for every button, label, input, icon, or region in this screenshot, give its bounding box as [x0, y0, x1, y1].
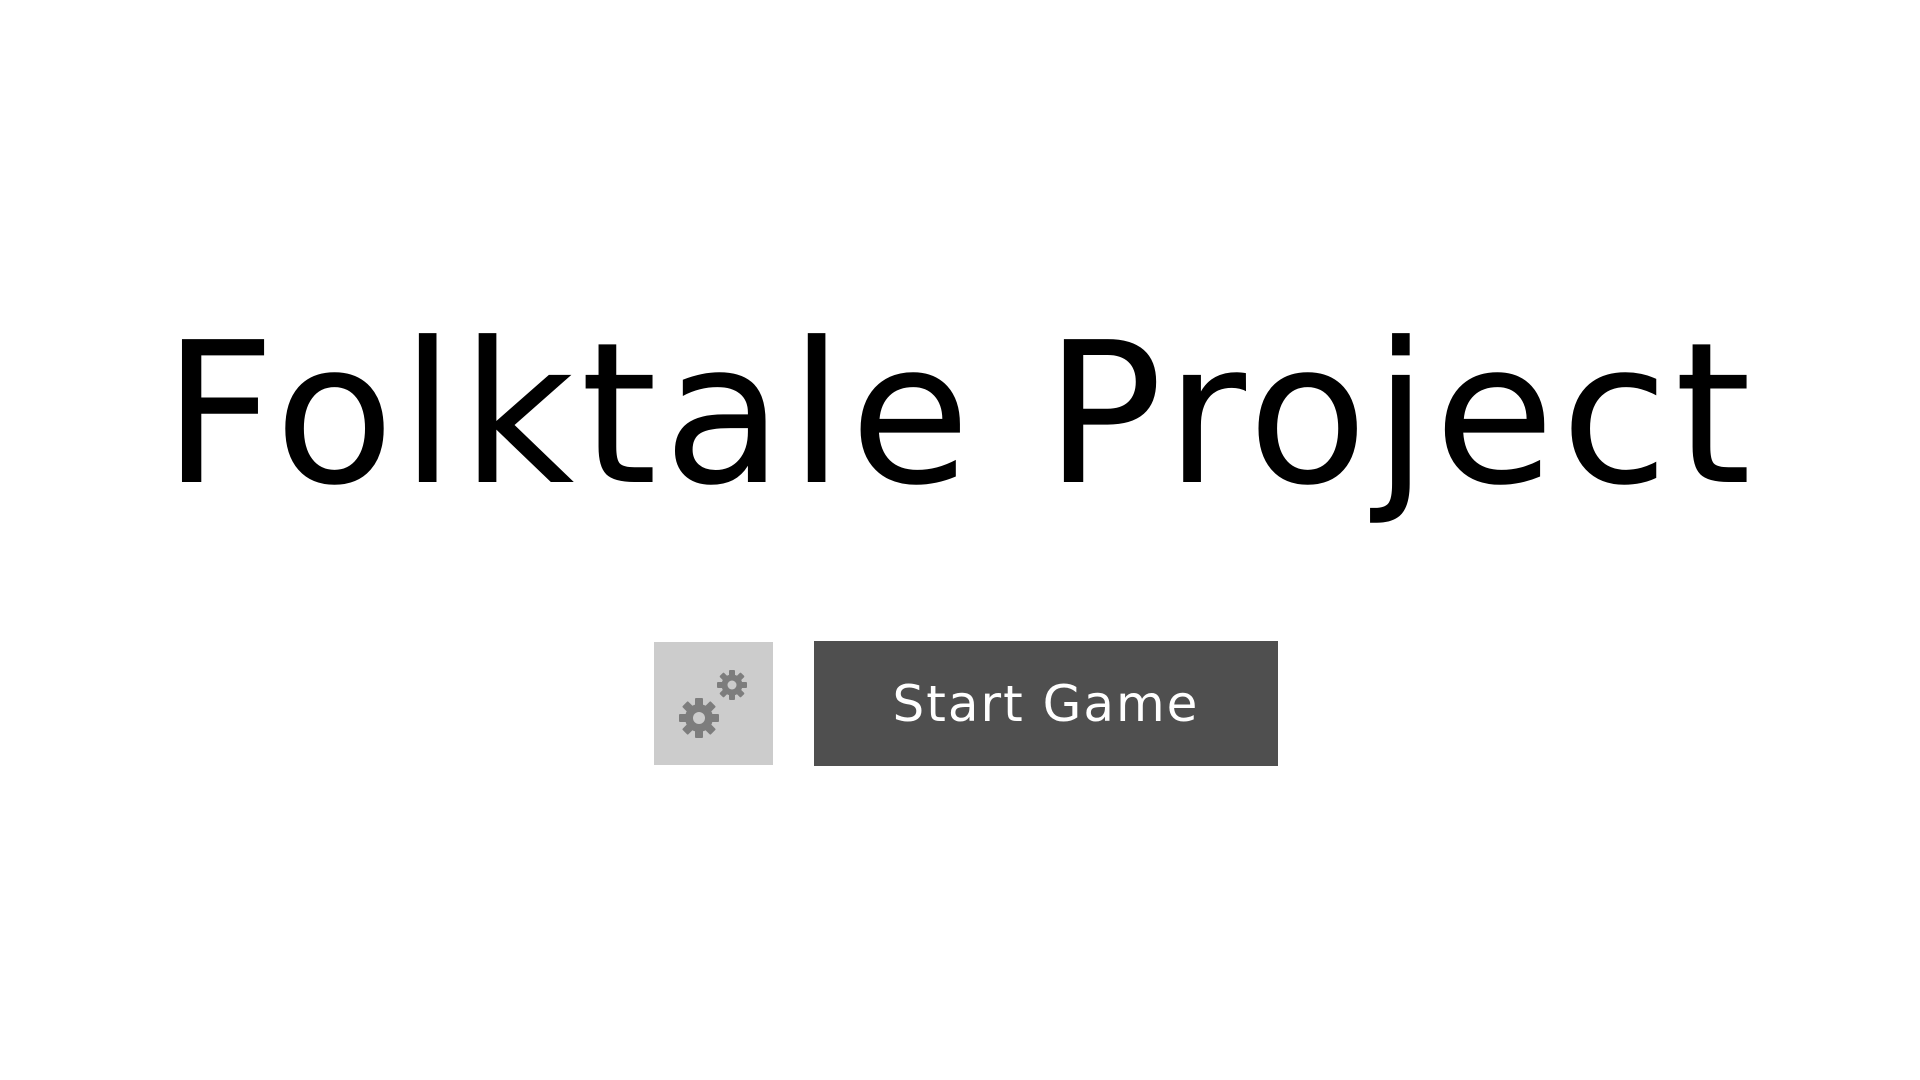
settings-button[interactable] [654, 642, 773, 765]
gears-icon [672, 662, 756, 746]
start-game-button[interactable]: Start Game [814, 641, 1278, 766]
start-game-label: Start Game [892, 674, 1200, 733]
main-menu-screen: Folktale Project Start Game [0, 0, 1920, 1080]
game-title: Folktale Project [162, 301, 1758, 529]
